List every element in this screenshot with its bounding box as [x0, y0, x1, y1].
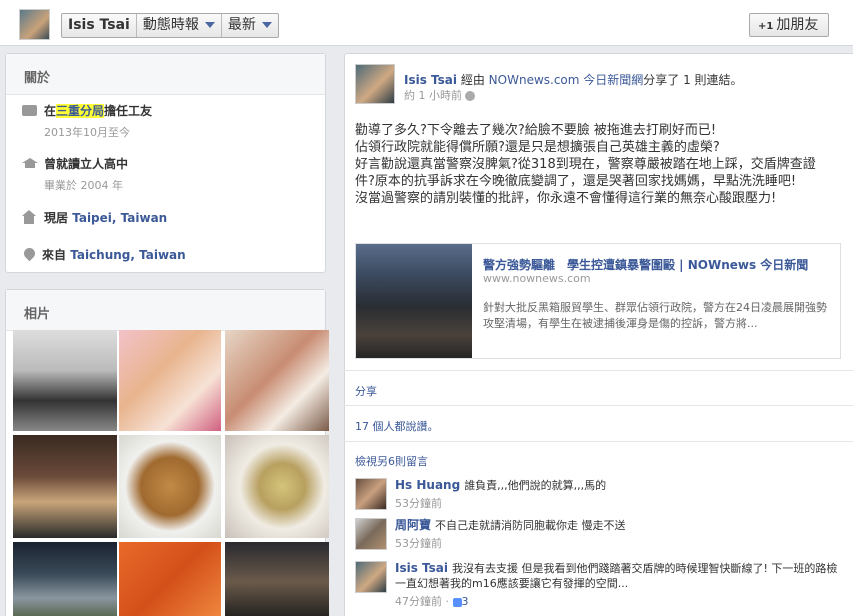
divider — [344, 405, 853, 406]
post-header: Isis Tsai 經由 NOWnews.com 今日新聞網分享了 1 則連結。 — [404, 73, 743, 87]
comment-like-count[interactable]: 3 — [462, 595, 469, 608]
timeline-dropdown[interactable]: 動態時報 — [137, 14, 222, 37]
photo-thumb[interactable] — [13, 435, 117, 538]
about-school: 曾就讀立人高中 畢業於 2004 年 — [22, 155, 128, 193]
commenter-avatar[interactable] — [355, 478, 387, 510]
from-place-link[interactable]: Taichung, Taiwan — [70, 248, 186, 262]
work-title: 在三重分局擔任工友 — [44, 104, 153, 118]
add-friend-label: 加朋友 — [776, 17, 819, 33]
school-title[interactable]: 曾就讀立人高中 — [44, 155, 128, 172]
photos-card: 相片 — [5, 289, 329, 616]
from-label: 來自 — [42, 248, 67, 262]
post-author-avatar[interactable] — [355, 64, 395, 104]
post-line: 佔領行政院就能得償所願?還是只是想擴張自己英雄主義的虛榮? — [355, 140, 720, 155]
post-line: 好言勸說還真當警察沒脾氣?從318到現在，警察尊嚴被踏在地上踩，交盾牌查證件?原… — [355, 157, 816, 189]
top-bar: Isis Tsai 動態時報 最新 +1 加朋友 — [0, 0, 853, 46]
link-domain: www.nownews.com — [483, 272, 591, 285]
lives-place-link[interactable]: Taipei, Taiwan — [72, 211, 167, 225]
post-line: 沒當過警察的請別裝懂的批評，你永遠不會懂得這行業的無奈心酸跟壓力! — [355, 191, 777, 206]
divider — [344, 441, 853, 442]
commenter-name[interactable]: Isis Tsai — [395, 561, 448, 575]
comment-text: 誰負責,,,他們說的就算,,,馬的 — [464, 479, 607, 492]
about-heading[interactable]: 關於 — [6, 54, 325, 95]
add-friend-icon: +1 — [758, 21, 774, 32]
photo-thumb[interactable] — [119, 542, 221, 616]
commenter-name[interactable]: Hs Huang — [395, 478, 460, 492]
post-source-link[interactable]: NOWnews.com 今日新聞網 — [489, 73, 644, 87]
comment-text: 不自己走就請消防同胞載你走 慢走不送 — [435, 519, 626, 532]
photo-thumb[interactable] — [225, 330, 329, 431]
about-card: 關於 在三重分局擔任工友 2013年10月至今 曾就讀立人高中 畢業於 2004… — [5, 53, 326, 273]
commenter-avatar[interactable] — [355, 561, 387, 593]
photo-thumb[interactable] — [225, 542, 329, 616]
work-place-link[interactable]: 三重分局 — [56, 104, 105, 118]
post-line: 勸導了多久?下令離去了幾次?給臉不要臉 被拖進去打刷好而已! — [355, 123, 717, 138]
commenter-avatar[interactable] — [355, 518, 387, 550]
location-pin-icon — [21, 245, 38, 262]
house-icon — [22, 210, 37, 224]
chevron-down-icon — [204, 22, 215, 28]
view-more-comments[interactable]: 檢視另6則留言 — [355, 453, 428, 469]
photo-thumb[interactable] — [13, 542, 117, 616]
link-thumbnail[interactable] — [356, 244, 472, 358]
photo-thumb[interactable] — [119, 435, 221, 538]
link-description: 針對大批反黑箱服貿學生、群眾佔領行政院，警方在24日凌晨展開強勢攻堅清場，有學生… — [483, 301, 827, 330]
photos-heading[interactable]: 相片 — [6, 290, 325, 331]
share-link[interactable]: 分享 — [355, 383, 377, 399]
comment-meta: 47分鐘前 · 3 — [395, 595, 469, 608]
comment-text: 我沒有去支援 但是我看到他們踐踏著交盾牌的時候理智快斷線了! 下一班的路檢一直幻… — [395, 562, 838, 590]
lives-label: 現居 — [44, 211, 69, 225]
globe-icon — [465, 91, 475, 101]
about-lives: 現居 Taipei, Taiwan — [22, 209, 167, 226]
divider — [344, 370, 853, 371]
photo-thumb[interactable] — [13, 330, 117, 431]
link-title[interactable]: 警方強勢驅離 學生控遭鎮暴警圍毆 | NOWnews 今日新聞 — [483, 256, 833, 273]
work-date: 2013年10月至今 — [44, 126, 130, 139]
like-thumb-icon — [452, 597, 462, 607]
comment-time[interactable]: 47分鐘前 — [395, 595, 442, 608]
post-author-link[interactable]: Isis Tsai — [404, 73, 457, 87]
profile-avatar[interactable] — [19, 9, 50, 40]
chevron-down-icon — [261, 22, 272, 28]
post-timestamp[interactable]: 約 1 小時前 — [404, 87, 475, 103]
school-date: 畢業於 2004 年 — [44, 179, 123, 192]
sort-dropdown[interactable]: 最新 — [222, 14, 278, 37]
likes-summary[interactable]: 17 個人都說讚。 — [355, 418, 439, 434]
add-friend-button[interactable]: +1 加朋友 — [749, 13, 829, 37]
photo-thumb[interactable] — [225, 435, 329, 538]
graduation-cap-icon — [22, 156, 38, 170]
shared-link-card[interactable]: 警方強勢驅離 學生控遭鎮暴警圍毆 | NOWnews 今日新聞 www.nown… — [355, 243, 841, 359]
timeline-nav: Isis Tsai 動態時報 最新 — [61, 13, 279, 38]
about-work: 在三重分局擔任工友 2013年10月至今 — [22, 102, 152, 140]
comment-time[interactable]: 53分鐘前 — [395, 536, 845, 551]
about-from: 來自 Taichung, Taiwan — [21, 245, 186, 263]
commenter-name[interactable]: 周阿寶 — [395, 518, 431, 532]
comment-time[interactable]: 53分鐘前 — [395, 496, 845, 511]
profile-name-button[interactable]: Isis Tsai — [62, 14, 137, 37]
photo-thumb[interactable] — [119, 330, 221, 431]
sort-label: 最新 — [227, 17, 256, 33]
post-text: 勸導了多久?下令離去了幾次?給臉不要臉 被拖進去打刷好而已! 佔領行政院就能得償… — [355, 122, 835, 207]
timeline-label: 動態時報 — [142, 17, 199, 33]
briefcase-icon — [22, 105, 37, 116]
